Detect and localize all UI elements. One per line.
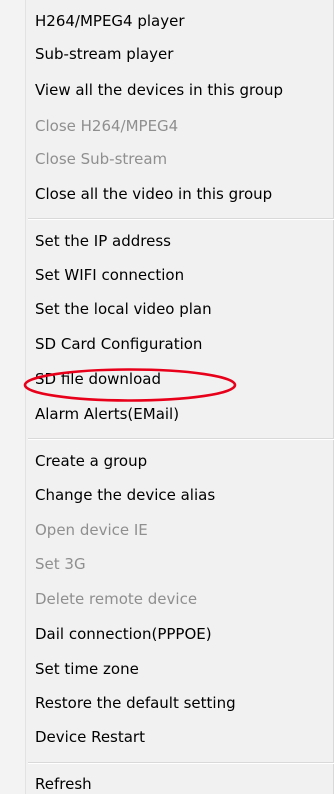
- context-menu: H264/MPEG4 player Sub-stream player View…: [0, 0, 334, 794]
- menu-item-device-restart[interactable]: Device Restart: [35, 724, 145, 750]
- menu-item-create-group[interactable]: Create a group: [35, 448, 147, 474]
- menu-item-close-sub-stream[interactable]: Close Sub-stream: [35, 146, 167, 172]
- menu-item-alarm-alerts-email[interactable]: Alarm Alerts(EMail): [35, 401, 179, 427]
- highlight-ellipse: [23, 368, 237, 402]
- menu-item-open-device-ie[interactable]: Open device IE: [35, 517, 148, 543]
- menu-item-set-3g[interactable]: Set 3G: [35, 551, 86, 577]
- menu-separator: [28, 438, 334, 440]
- menu-item-refresh[interactable]: Refresh: [35, 771, 92, 794]
- menu-item-view-all-devices[interactable]: View all the devices in this group: [35, 77, 283, 103]
- menu-item-close-all-video[interactable]: Close all the video in this group: [35, 181, 272, 207]
- menu-item-delete-remote-device[interactable]: Delete remote device: [35, 586, 197, 612]
- menu-item-dail-connection-pppoe[interactable]: Dail connection(PPPOE): [35, 621, 212, 647]
- menu-item-set-local-video-plan[interactable]: Set the local video plan: [35, 296, 212, 322]
- menu-item-h264-player[interactable]: H264/MPEG4 player: [35, 8, 185, 34]
- menu-item-set-time-zone[interactable]: Set time zone: [35, 656, 139, 682]
- menu-item-restore-default[interactable]: Restore the default setting: [35, 690, 236, 716]
- highlight-ellipse-shape: [23, 368, 237, 402]
- menu-item-close-h264[interactable]: Close H264/MPEG4: [35, 113, 178, 139]
- menu-item-sd-card-configuration[interactable]: SD Card Configuration: [35, 331, 202, 357]
- menu-item-set-wifi[interactable]: Set WIFI connection: [35, 262, 184, 288]
- menu-separator: [28, 762, 334, 764]
- menu-separator: [28, 218, 334, 220]
- menu-item-change-device-alias[interactable]: Change the device alias: [35, 482, 215, 508]
- menu-item-set-ip-address[interactable]: Set the IP address: [35, 228, 171, 254]
- menu-item-sub-stream-player[interactable]: Sub-stream player: [35, 41, 173, 67]
